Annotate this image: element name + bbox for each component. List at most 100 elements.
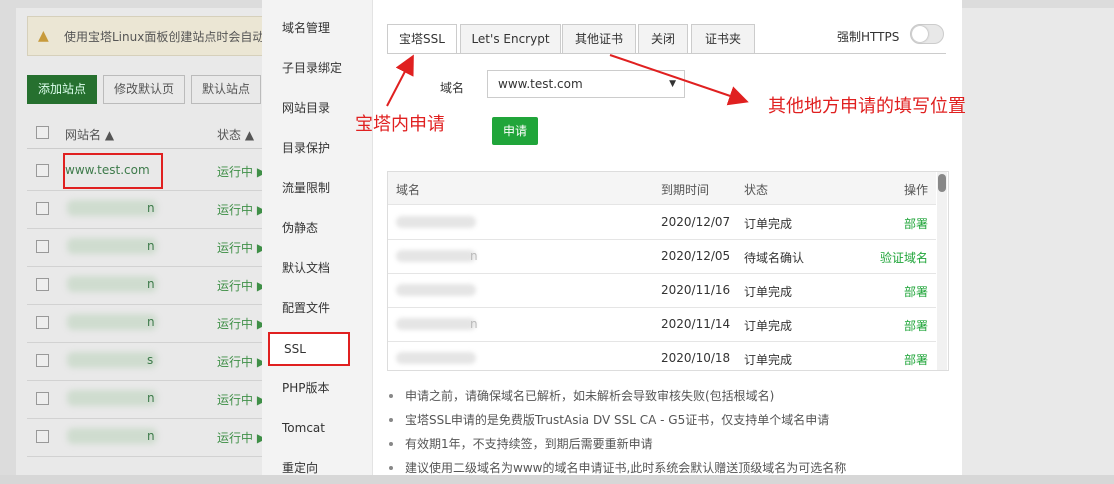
site-name-link[interactable]: n xyxy=(147,429,155,443)
site-row[interactable]: n 运行中 ▶ xyxy=(27,266,267,305)
header-domain: 域名 xyxy=(396,183,421,197)
site-table-header: 网站名 ▲ 状态 ▲ xyxy=(27,118,267,149)
tab-bt-ssl[interactable]: 宝塔SSL xyxy=(387,24,457,54)
row-checkbox[interactable] xyxy=(36,164,49,177)
notice-bar: ▲ 使用宝塔Linux面板创建站点时会自动 xyxy=(27,16,289,56)
blurred-domain xyxy=(396,284,476,296)
scrollbar-thumb[interactable] xyxy=(938,174,946,192)
cert-action-link[interactable]: 部署 xyxy=(904,351,928,368)
edit-default-page-button[interactable]: 修改默认页 xyxy=(103,75,186,104)
nav-ssl[interactable]: SSL xyxy=(268,332,350,366)
site-status[interactable]: 运行中 ▶ xyxy=(217,201,266,218)
note-item: 有效期1年，不支持续签，到期后需要重新申请 xyxy=(387,436,947,460)
notice-text: 使用宝塔Linux面板创建站点时会自动 xyxy=(64,30,265,44)
cert-expiry: 2020/12/07 xyxy=(661,215,731,229)
cert-status: 订单完成 xyxy=(744,217,793,231)
site-status[interactable]: 运行中 ▶ xyxy=(217,315,266,332)
domain-label: 域名 xyxy=(440,81,465,95)
nav-site-directory[interactable]: 网站目录 xyxy=(282,98,330,118)
settings-sidebar: 域名管理 子目录绑定 网站目录 目录保护 流量限制 伪静态 默认文档 配置文件 … xyxy=(262,0,373,475)
row-checkbox[interactable] xyxy=(36,392,49,405)
row-checkbox[interactable] xyxy=(36,316,49,329)
tab-certificate-folder[interactable]: 证书夹 xyxy=(691,24,755,54)
select-all-checkbox[interactable] xyxy=(36,126,49,139)
tab-other-certificate[interactable]: 其他证书 xyxy=(562,24,636,54)
nav-php-version[interactable]: PHP版本 xyxy=(282,378,330,398)
row-checkbox[interactable] xyxy=(36,240,49,253)
cert-action-link[interactable]: 部署 xyxy=(904,215,928,232)
table-row: n 2020/12/05 待域名确认 验证域名 xyxy=(388,239,936,274)
site-row[interactable]: n 运行中 ▶ xyxy=(27,304,267,343)
note-item: 宝塔SSL申请的是免费版TrustAsia DV SSL CA - G5证书，仅… xyxy=(387,412,947,436)
cert-status: 订单完成 xyxy=(744,353,793,367)
site-row[interactable]: n 运行中 ▶ xyxy=(27,190,267,229)
site-name-link[interactable]: n xyxy=(147,315,155,329)
cert-expiry: 2020/12/05 xyxy=(661,249,731,263)
header-status: 状态 xyxy=(744,183,769,197)
nav-rewrite[interactable]: 伪静态 xyxy=(282,218,318,238)
blurred-site-name xyxy=(67,200,157,216)
header-expiry: 到期时间 xyxy=(661,183,710,197)
cert-action-link[interactable]: 验证域名 xyxy=(880,249,928,266)
nav-directory-protection[interactable]: 目录保护 xyxy=(282,138,330,158)
cert-status: 订单完成 xyxy=(744,285,793,299)
row-checkbox[interactable] xyxy=(36,430,49,443)
cert-action-link[interactable]: 部署 xyxy=(904,283,928,300)
table-scrollbar[interactable] xyxy=(937,172,947,370)
tab-lets-encrypt[interactable]: Let's Encrypt xyxy=(460,24,561,54)
header-action: 操作 xyxy=(903,183,928,197)
nav-config-file[interactable]: 配置文件 xyxy=(282,298,330,318)
add-site-button[interactable]: 添加站点 xyxy=(27,75,98,104)
site-status[interactable]: 运行中 ▶ xyxy=(217,239,266,256)
toggle-knob xyxy=(912,26,928,42)
nav-tomcat[interactable]: Tomcat xyxy=(282,418,325,438)
row-checkbox[interactable] xyxy=(36,202,49,215)
row-checkbox[interactable] xyxy=(36,354,49,367)
site-name-link[interactable]: n xyxy=(147,239,155,253)
nav-domain-management[interactable]: 域名管理 xyxy=(282,18,330,38)
annotation-apply-in-bt: 宝塔内申请 xyxy=(355,114,445,135)
cert-domain: n xyxy=(470,249,478,263)
domain-select-value: www.test.com xyxy=(498,77,583,91)
blurred-site-name xyxy=(67,352,157,368)
cert-expiry: 2020/11/14 xyxy=(661,317,731,331)
site-status[interactable]: 运行中 ▶ xyxy=(217,429,266,446)
highlight-site-box xyxy=(63,153,163,189)
nav-redirect[interactable]: 重定向 xyxy=(282,458,318,478)
cert-expiry: 2020/10/18 xyxy=(661,351,731,365)
blurred-site-name xyxy=(67,428,157,444)
chevron-down-icon: ▼ xyxy=(669,79,676,89)
apply-button[interactable]: 申请 xyxy=(492,117,538,145)
site-row[interactable]: s 运行中 ▶ xyxy=(27,342,267,381)
site-row[interactable]: n 运行中 ▶ xyxy=(27,380,267,419)
tab-close[interactable]: 关闭 xyxy=(638,24,688,54)
site-name-link[interactable]: n xyxy=(147,277,155,291)
cert-action-link[interactable]: 部署 xyxy=(904,317,928,334)
site-status[interactable]: 运行中 ▶ xyxy=(217,277,266,294)
blurred-domain xyxy=(396,216,476,228)
nav-traffic-limit[interactable]: 流量限制 xyxy=(282,178,330,198)
site-status[interactable]: 运行中 ▶ xyxy=(217,353,266,370)
blurred-domain xyxy=(396,250,476,262)
force-https-toggle[interactable] xyxy=(910,24,944,44)
blurred-site-name xyxy=(67,238,157,254)
site-name-link[interactable]: n xyxy=(147,201,155,215)
nav-default-document[interactable]: 默认文档 xyxy=(282,258,330,278)
nav-subdirectory-binding[interactable]: 子目录绑定 xyxy=(282,58,342,78)
column-site-name[interactable]: 网站名 ▲ xyxy=(65,126,114,143)
site-name-link[interactable]: s xyxy=(147,353,153,367)
cert-status: 待域名确认 xyxy=(744,251,805,265)
cert-status: 订单完成 xyxy=(744,319,793,333)
site-status[interactable]: 运行中 ▶ xyxy=(217,391,266,408)
blurred-domain xyxy=(396,318,476,330)
row-checkbox[interactable] xyxy=(36,278,49,291)
table-row: n 2020/11/14 订单完成 部署 xyxy=(388,307,936,342)
site-name-link[interactable]: n xyxy=(147,391,155,405)
default-site-button[interactable]: 默认站点 xyxy=(191,75,262,104)
blurred-site-name xyxy=(67,276,157,292)
column-status[interactable]: 状态 ▲ xyxy=(217,126,254,143)
site-row[interactable]: n 运行中 ▶ xyxy=(27,228,267,267)
domain-select[interactable]: www.test.com ▼ xyxy=(487,70,685,98)
site-status[interactable]: 运行中 ▶ xyxy=(217,163,266,180)
site-row[interactable]: n 运行中 ▶ xyxy=(27,418,267,457)
